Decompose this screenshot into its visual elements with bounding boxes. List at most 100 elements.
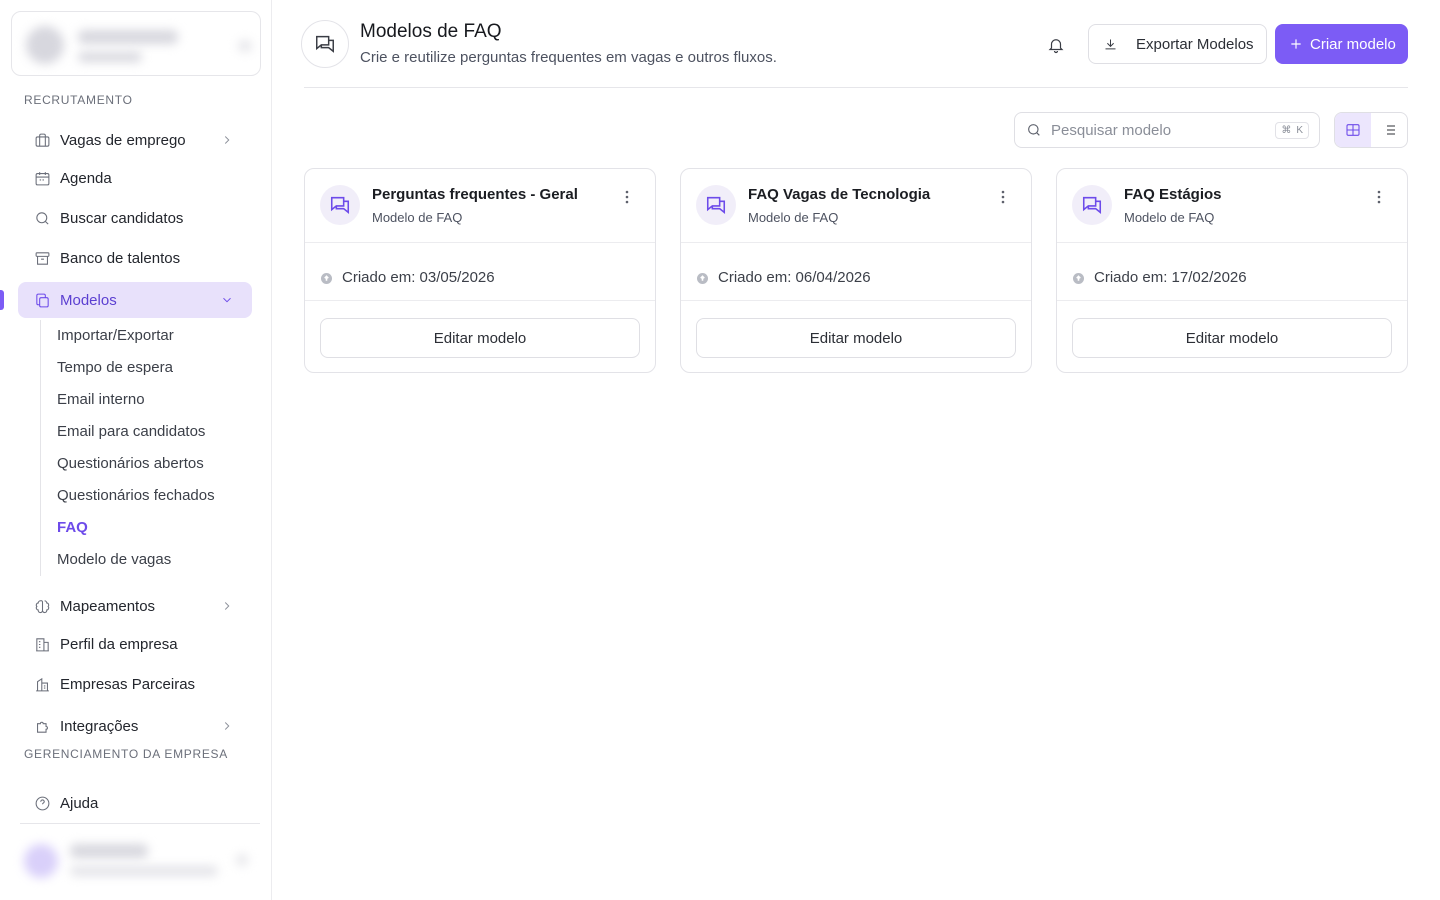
org-chevron-icon xyxy=(238,40,252,52)
section-label-recruitment: RECRUTAMENTO xyxy=(24,93,133,107)
sidebar-item-label: Empresas Parceiras xyxy=(60,675,196,693)
sidebar-item-label: Banco de talentos xyxy=(60,249,181,267)
sidebar-subitem-internal-email[interactable]: Email interno xyxy=(57,391,145,408)
chevron-down-icon xyxy=(220,293,234,307)
edit-template-button[interactable]: Editar modelo xyxy=(320,318,640,358)
sidebar-subitem-open-questionnaires[interactable]: Questionários abertos xyxy=(57,455,204,472)
sidebar-item-templates[interactable]: Modelos xyxy=(18,282,252,318)
card-divider xyxy=(1057,242,1407,243)
more-vertical-icon xyxy=(625,190,629,204)
sidebar-subitem-candidate-email[interactable]: Email para candidatos xyxy=(57,423,205,440)
sidebar-item-jobs[interactable]: Vagas de emprego xyxy=(18,122,252,158)
brain-icon xyxy=(33,597,51,615)
submenu-rail xyxy=(40,320,41,576)
sidebar-item-integrations[interactable]: Integrações xyxy=(18,708,252,744)
command-key-icon: ⌘ xyxy=(1281,125,1292,136)
notifications-button[interactable] xyxy=(1044,33,1068,57)
search-input[interactable] xyxy=(1051,121,1261,139)
chevron-right-icon xyxy=(220,719,234,733)
sidebar-item-mappings[interactable]: Mapeamentos xyxy=(18,588,252,624)
sidebar-item-company-profile[interactable]: Perfil da empresa xyxy=(18,626,252,662)
search-icon xyxy=(1026,122,1051,138)
search-box[interactable]: ⌘ K xyxy=(1014,112,1320,148)
grid-view-button[interactable] xyxy=(1335,113,1371,147)
card-created-date: Criado em: 06/04/2026 xyxy=(718,269,871,286)
sidebar-item-help[interactable]: Ajuda xyxy=(18,785,252,821)
card-divider xyxy=(1057,300,1407,301)
card-created-date: Criado em: 03/05/2026 xyxy=(342,269,495,286)
create-template-button[interactable]: Criar modelo xyxy=(1275,24,1408,64)
help-circle-icon xyxy=(33,794,51,812)
sidebar-subitem-job-templates[interactable]: Modelo de vagas xyxy=(57,551,171,568)
create-template-label: Criar modelo xyxy=(1310,35,1396,53)
sidebar-subitem-faq[interactable]: FAQ xyxy=(57,519,88,536)
sidebar-item-label: Vagas de emprego xyxy=(60,131,186,149)
faq-template-card: Perguntas frequentes - Geral Modelo de F… xyxy=(304,168,656,373)
user-profile[interactable] xyxy=(20,836,260,886)
faq-header-icon xyxy=(301,20,349,68)
card-divider xyxy=(681,300,1031,301)
user-menu-icon xyxy=(236,854,248,866)
user-avatar xyxy=(24,844,58,878)
sidebar-item-label: Buscar candidatos xyxy=(60,209,184,227)
archive-icon xyxy=(33,249,51,267)
more-options-button[interactable] xyxy=(1371,189,1387,205)
briefcase-icon xyxy=(33,131,51,149)
sidebar-subitem-wait-time[interactable]: Tempo de espera xyxy=(57,359,173,376)
faq-template-card: FAQ Estágios Modelo de FAQ Criado em: 17… xyxy=(1056,168,1408,373)
export-templates-label: Exportar Modelos xyxy=(1136,35,1254,53)
more-vertical-icon xyxy=(1377,190,1381,204)
faq-template-icon xyxy=(1072,185,1112,225)
chevron-right-icon xyxy=(220,133,234,147)
more-vertical-icon xyxy=(1001,190,1005,204)
sidebar-subitem-import-export[interactable]: Importar/Exportar xyxy=(57,327,174,344)
edit-template-button[interactable]: Editar modelo xyxy=(1072,318,1392,358)
card-subtitle: Modelo de FAQ xyxy=(1124,210,1215,225)
sidebar-item-agenda[interactable]: Agenda xyxy=(18,160,252,196)
card-title: FAQ Vagas de Tecnologia xyxy=(748,186,931,203)
header-divider xyxy=(304,87,1408,88)
faq-template-icon xyxy=(696,185,736,225)
list-icon xyxy=(1381,122,1397,138)
sidebar: RECRUTAMENTO Vagas de emprego Agenda Bus… xyxy=(0,0,272,900)
plus-icon xyxy=(1289,37,1310,51)
search-icon xyxy=(33,209,51,227)
sidebar-item-talent-bank[interactable]: Banco de talentos xyxy=(18,240,252,276)
page-title: Modelos de FAQ xyxy=(360,21,502,42)
copy-icon xyxy=(33,291,51,309)
sidebar-item-partner-companies[interactable]: Empresas Parceiras xyxy=(18,666,252,702)
sidebar-subitem-closed-questionnaires[interactable]: Questionários fechados xyxy=(57,487,215,504)
sidebar-item-label: Integrações xyxy=(60,717,139,735)
card-divider xyxy=(681,242,1031,243)
calendar-icon xyxy=(33,169,51,187)
sidebar-item-label: Modelos xyxy=(60,291,117,309)
org-meta-blurred xyxy=(78,52,142,62)
card-divider xyxy=(305,300,655,301)
user-name-blurred xyxy=(70,844,148,858)
sidebar-item-label: Agenda xyxy=(60,169,112,187)
status-dot-icon xyxy=(1073,273,1084,284)
export-templates-button[interactable]: Exportar Modelos xyxy=(1088,24,1267,64)
building-icon xyxy=(33,635,51,653)
grid-icon xyxy=(1345,122,1361,138)
keyboard-shortcut-hint: ⌘ K xyxy=(1275,122,1309,139)
edit-template-button[interactable]: Editar modelo xyxy=(696,318,1016,358)
card-subtitle: Modelo de FAQ xyxy=(748,210,839,225)
status-dot-icon xyxy=(697,273,708,284)
sidebar-item-search-candidates[interactable]: Buscar candidatos xyxy=(18,200,252,236)
shortcut-key: K xyxy=(1296,125,1303,136)
list-view-button[interactable] xyxy=(1371,113,1407,147)
active-indicator xyxy=(0,290,4,310)
more-options-button[interactable] xyxy=(619,189,635,205)
card-title: Perguntas frequentes - Geral xyxy=(372,186,578,203)
sidebar-divider xyxy=(20,823,260,824)
buildings-icon xyxy=(33,675,51,693)
puzzle-icon xyxy=(33,717,51,735)
card-title: FAQ Estágios xyxy=(1124,186,1222,203)
sidebar-item-label: Mapeamentos xyxy=(60,597,156,615)
section-label-company-management: GERENCIAMENTO DA EMPRESA xyxy=(24,747,228,761)
sidebar-item-label: Perfil da empresa xyxy=(60,635,178,653)
more-options-button[interactable] xyxy=(995,189,1011,205)
org-name-blurred xyxy=(78,30,178,44)
organization-switcher[interactable] xyxy=(11,11,261,76)
